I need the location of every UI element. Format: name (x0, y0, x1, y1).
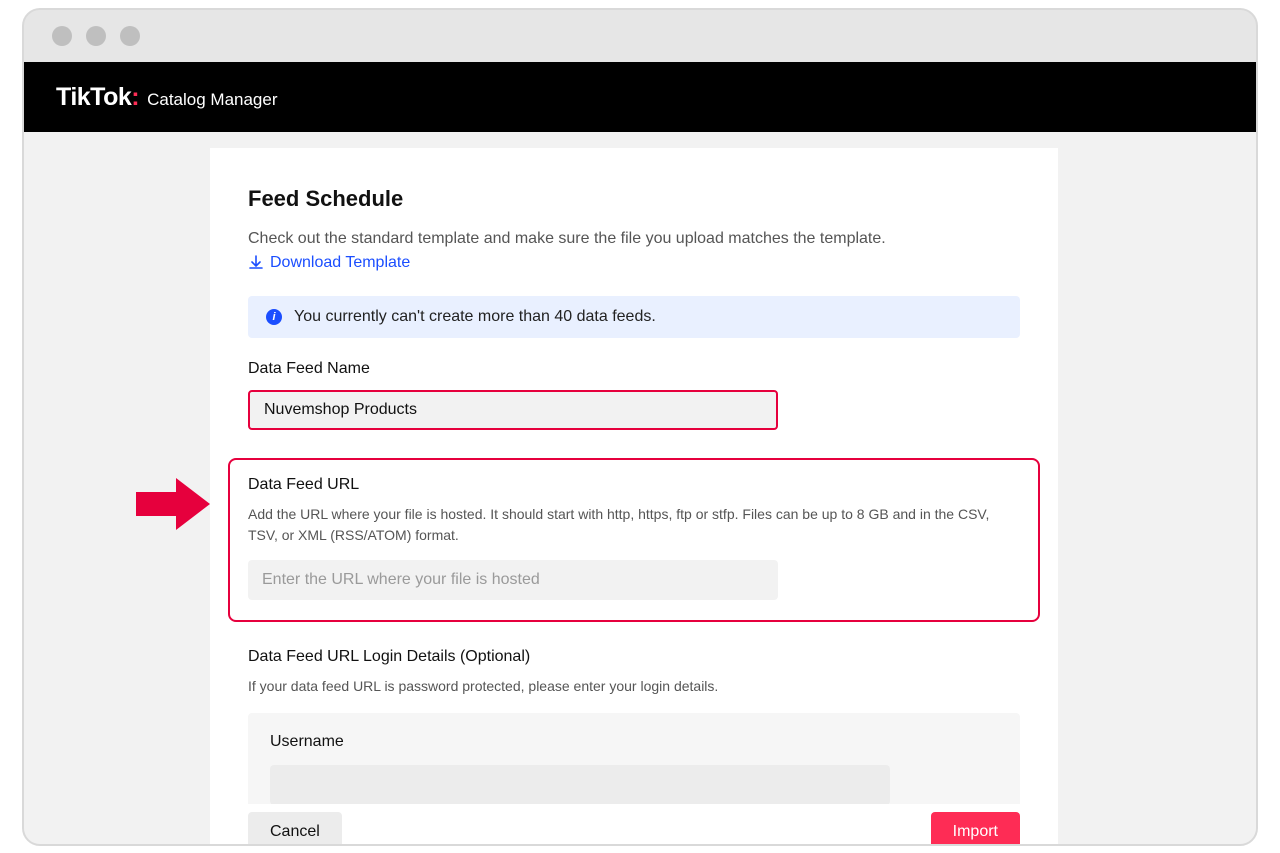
brand-name: TikTok (56, 83, 131, 111)
brand: TikTok: Catalog Manager (56, 83, 278, 112)
page-subtitle: Check out the standard template and make… (248, 230, 1020, 248)
feed-url-label: Data Feed URL (248, 476, 1020, 494)
brand-logo-text: TikTok: (56, 83, 139, 112)
footer-bar: Cancel Import (210, 804, 1058, 846)
feed-url-section: Data Feed URL Add the URL where your fil… (228, 458, 1040, 622)
browser-frame: TikTok: Catalog Manager Feed Schedule Ch… (22, 8, 1258, 846)
import-button[interactable]: Import (931, 812, 1020, 846)
info-banner: i You currently can't create more than 4… (248, 296, 1020, 338)
feed-url-input[interactable] (248, 560, 778, 600)
info-banner-text: You currently can't create more than 40 … (294, 308, 656, 326)
feed-name-label: Data Feed Name (248, 360, 1020, 378)
username-label: Username (270, 733, 998, 751)
window-control-maximize[interactable] (120, 26, 140, 46)
callout-arrow-icon (136, 478, 210, 530)
page-title: Feed Schedule (248, 186, 1020, 212)
content-area: Feed Schedule Check out the standard tem… (24, 132, 1256, 844)
cancel-button[interactable]: Cancel (248, 812, 342, 846)
username-input[interactable] (270, 765, 890, 805)
login-details-helper: If your data feed URL is password protec… (248, 676, 1020, 697)
login-details-label: Data Feed URL Login Details (Optional) (248, 648, 1020, 666)
window-control-minimize[interactable] (86, 26, 106, 46)
login-details-section: Data Feed URL Login Details (Optional) I… (248, 648, 1020, 827)
brand-subtitle: Catalog Manager (147, 90, 277, 110)
form-card: Feed Schedule Check out the standard tem… (210, 148, 1058, 846)
feed-url-helper: Add the URL where your file is hosted. I… (248, 504, 1020, 546)
download-template-label: Download Template (270, 254, 410, 272)
window-titlebar (24, 10, 1256, 62)
download-template-link[interactable]: Download Template (248, 254, 410, 272)
info-icon: i (266, 309, 282, 325)
download-icon (248, 255, 264, 271)
feed-name-input[interactable] (248, 390, 778, 430)
window-control-close[interactable] (52, 26, 72, 46)
app-header: TikTok: Catalog Manager (24, 62, 1256, 132)
brand-colon: : (131, 83, 139, 111)
feed-name-section: Data Feed Name (248, 360, 1020, 458)
